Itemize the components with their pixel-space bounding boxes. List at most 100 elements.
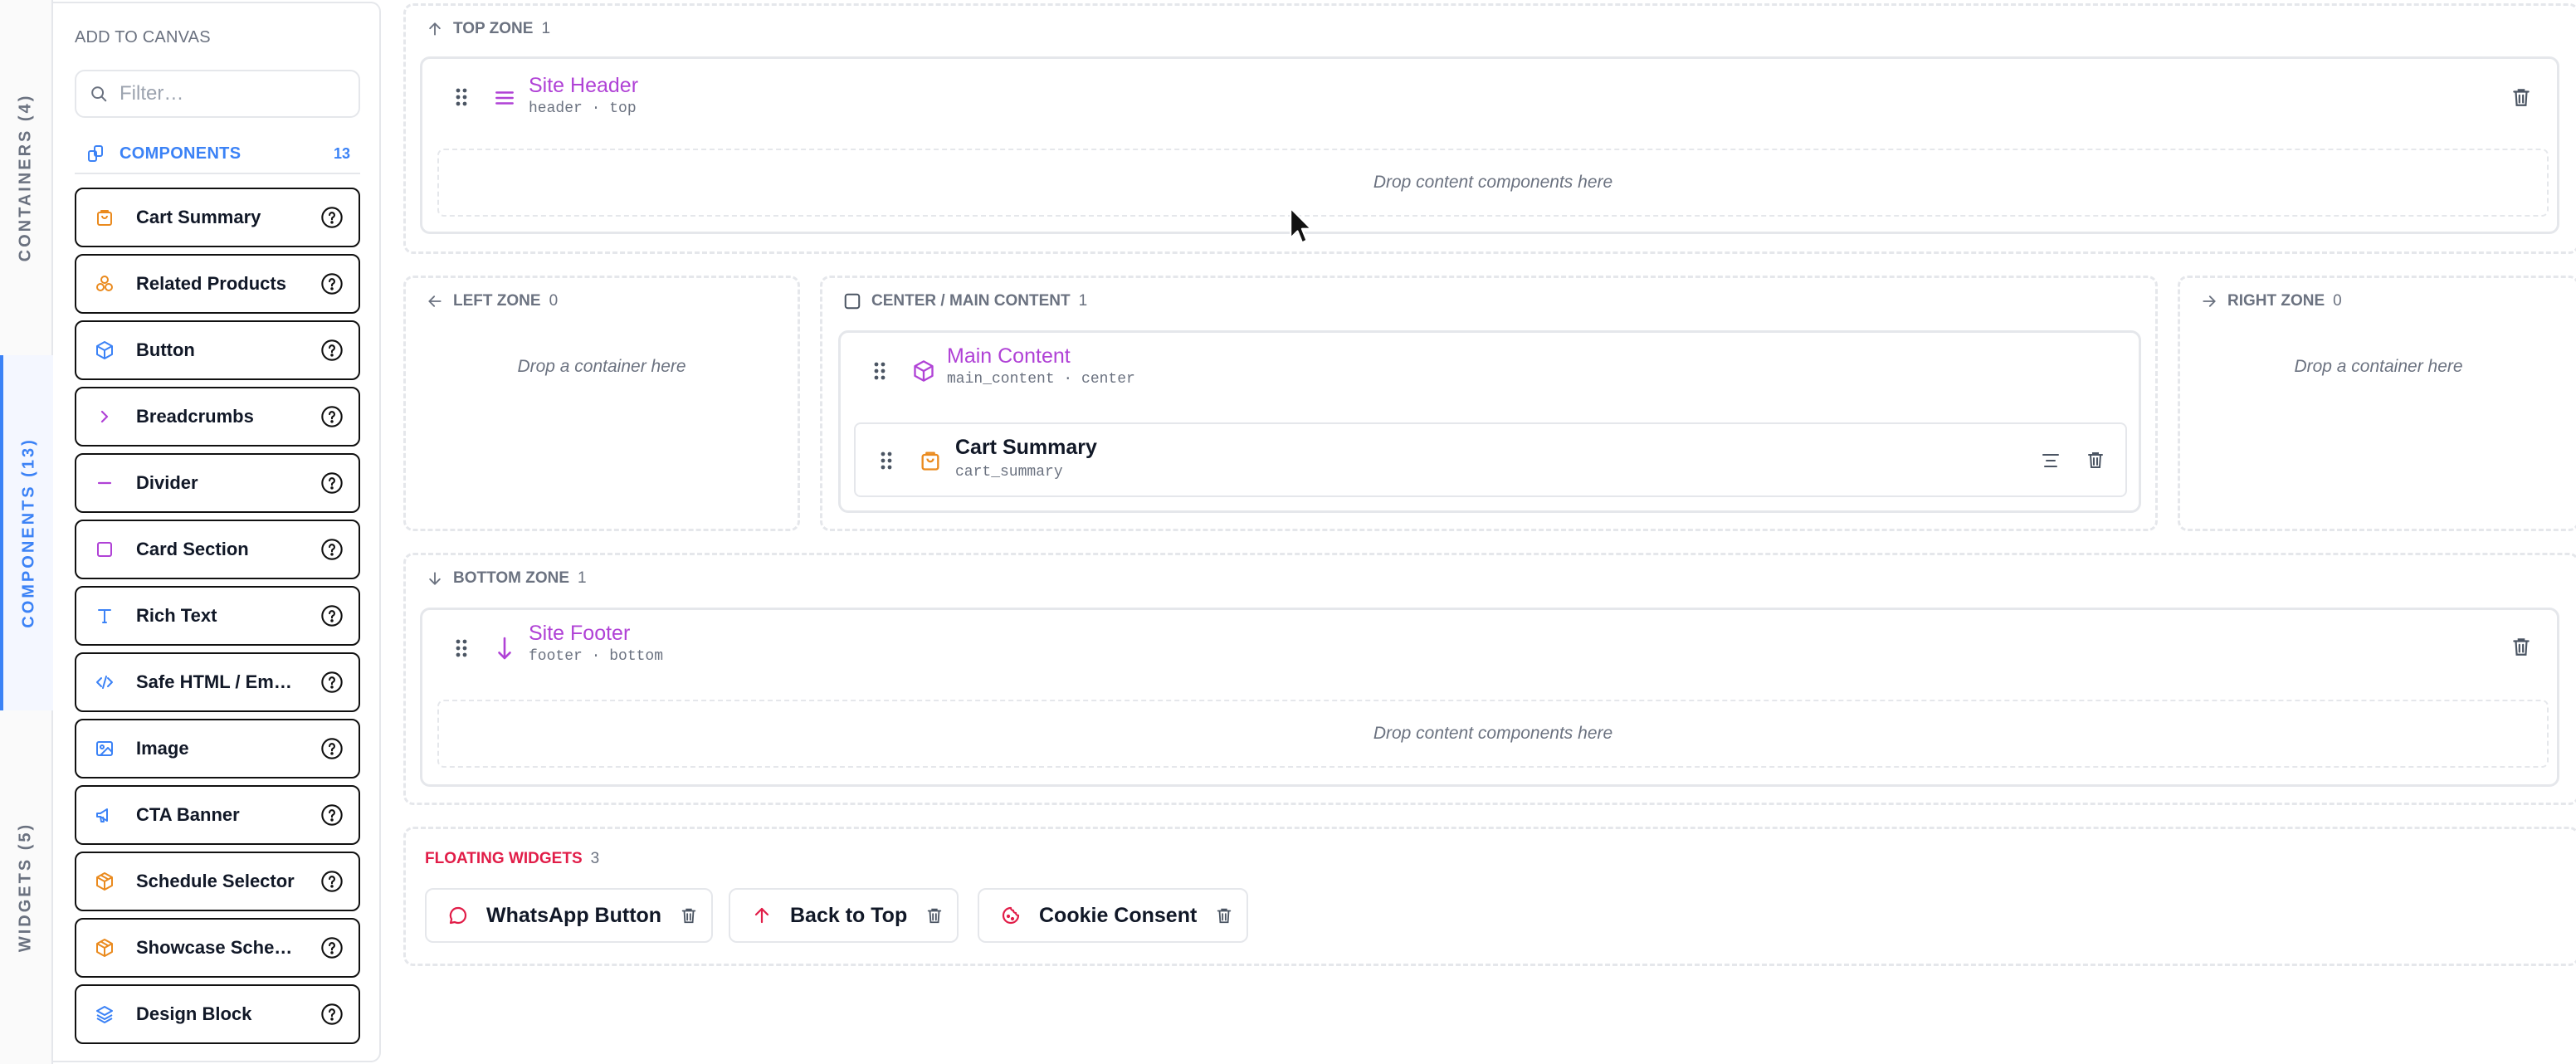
arrow-down-icon [494,635,515,661]
menu-lines-icon [494,87,515,109]
chat-bubble-icon [448,905,468,925]
mouse-cursor-icon [1288,206,1316,247]
bottom-zone-label: BOTTOM ZONE [453,569,570,587]
trash-icon[interactable] [1215,905,1233,925]
box-icon [95,938,115,958]
bottom-zone-header: BOTTOM ZONE 1 [427,569,587,588]
help-icon[interactable] [320,405,344,428]
trash-icon[interactable] [2086,449,2105,471]
arrow-right-icon [2201,293,2227,310]
container-subtitle: footer · bottom [529,648,664,665]
palette-item-cart-summary[interactable]: Cart Summary [75,188,360,247]
help-icon[interactable] [320,272,344,295]
component-list: Cart Summary Related Products Button Breadc… [75,188,360,1051]
help-icon[interactable] [320,737,344,760]
panel-tab-strip: CONTAINERS (4) COMPONENTS (13) WIDGETS (… [0,0,55,1064]
help-icon[interactable] [320,604,344,627]
site-header-container[interactable]: Site Header header · top Drop content co… [420,56,2559,234]
component-subtitle: cart_summary [955,464,1063,481]
widget-back-to-top[interactable]: Back to Top [729,888,959,943]
tab-components[interactable]: COMPONENTS (13) [0,355,55,710]
align-center-icon[interactable] [2041,451,2061,471]
minus-icon [95,473,115,493]
help-icon[interactable] [320,936,344,959]
palette-item-label: CTA Banner [136,804,240,825]
filter-input[interactable] [118,81,354,106]
palette-item-divider[interactable]: Divider [75,453,360,513]
components-count: 13 [333,144,350,162]
drop-area[interactable]: Drop content components here [437,700,2549,768]
cube-icon [95,340,115,360]
trash-icon[interactable] [2510,85,2532,109]
cart-summary-component[interactable]: Cart Summary cart_summary [854,422,2127,497]
help-icon[interactable] [320,870,344,893]
floating-widgets-count: 3 [590,850,600,867]
trash-icon[interactable] [2510,635,2532,658]
arrow-down-icon [427,570,453,587]
site-footer-container[interactable]: Site Footer footer · bottom Drop content… [420,608,2559,787]
palette-item-image[interactable]: Image [75,719,360,778]
arrow-up-icon [427,21,453,37]
megaphone-icon [95,805,115,825]
trash-icon[interactable] [680,905,698,925]
palette-item-label: Breadcrumbs [136,406,254,427]
help-icon[interactable] [320,671,344,694]
tab-containers-label: CONTAINERS (4) [16,93,35,262]
box-icon [95,871,115,891]
right-zone-header: RIGHT ZONE 0 [2201,292,2342,310]
left-zone[interactable] [403,276,800,531]
drag-handle-icon[interactable] [456,638,467,658]
bag-icon [919,449,942,472]
main-content-container[interactable]: Main Content main_content · center Cart … [838,330,2141,513]
trash-icon[interactable] [925,905,944,925]
help-icon[interactable] [320,1003,344,1026]
help-icon[interactable] [320,471,344,495]
palette-item-schedule-selector[interactable]: Schedule Selector [75,852,360,911]
palette-item-label: Divider [136,472,198,493]
component-title: Cart Summary [955,436,1097,459]
left-zone-drop-text: Drop a container here [517,357,686,376]
widget-label: Cookie Consent [1039,903,1198,927]
components-section-label: COMPONENTS [120,144,242,163]
filter-field[interactable] [75,70,360,118]
cookie-icon [1001,905,1021,925]
tab-widgets[interactable]: WIDGETS (5) [0,710,51,1064]
palette-item-cta-banner[interactable]: CTA Banner [75,785,360,845]
component-palette: ADD TO CANVAS COMPONENTS 13 Cart Summary… [53,2,381,1062]
palette-item-label: Schedule Selector [136,871,295,891]
help-icon[interactable] [320,206,344,229]
help-icon[interactable] [320,538,344,561]
container-subtitle: header · top [529,100,637,117]
palette-item-rich-text[interactable]: Rich Text [75,586,360,646]
palette-item-design-block[interactable]: Design Block [75,984,360,1044]
container-title: Site Footer [529,622,631,645]
arrow-left-icon [427,293,453,310]
widget-whatsapp-button[interactable]: WhatsApp Button [425,888,714,943]
widget-cookie-consent[interactable]: Cookie Consent [978,888,1249,943]
drag-handle-icon[interactable] [874,361,886,381]
help-icon[interactable] [320,803,344,827]
palette-item-card-section[interactable]: Card Section [75,520,360,579]
palette-item-showcase-sche[interactable]: Showcase Sche… [75,918,360,978]
drag-handle-icon[interactable] [881,451,892,471]
drag-handle-icon[interactable] [456,87,467,107]
help-icon[interactable] [320,339,344,362]
palette-item-breadcrumbs[interactable]: Breadcrumbs [75,387,360,447]
tab-containers[interactable]: CONTAINERS (4) [0,0,51,355]
palette-item-label: Rich Text [136,605,217,626]
palette-item-label: Button [136,339,195,360]
square-outline-icon [843,292,871,310]
components-section-header[interactable]: COMPONENTS 13 [75,134,360,174]
tab-components-label: COMPONENTS (13) [19,437,38,628]
palette-item-safe-html-em[interactable]: Safe HTML / Em… [75,652,360,712]
right-zone[interactable] [2178,276,2576,531]
widget-label: WhatsApp Button [486,903,662,927]
square-icon [95,539,115,559]
palette-item-button[interactable]: Button [75,320,360,380]
text-icon [95,606,115,626]
tab-widgets-label: WIDGETS (5) [16,822,35,953]
container-title: Site Header [529,74,639,97]
floating-widgets-header: FLOATING WIDGETS 3 [425,850,599,868]
palette-item-related-products[interactable]: Related Products [75,254,360,314]
drop-area[interactable]: Drop content components here [437,149,2549,217]
